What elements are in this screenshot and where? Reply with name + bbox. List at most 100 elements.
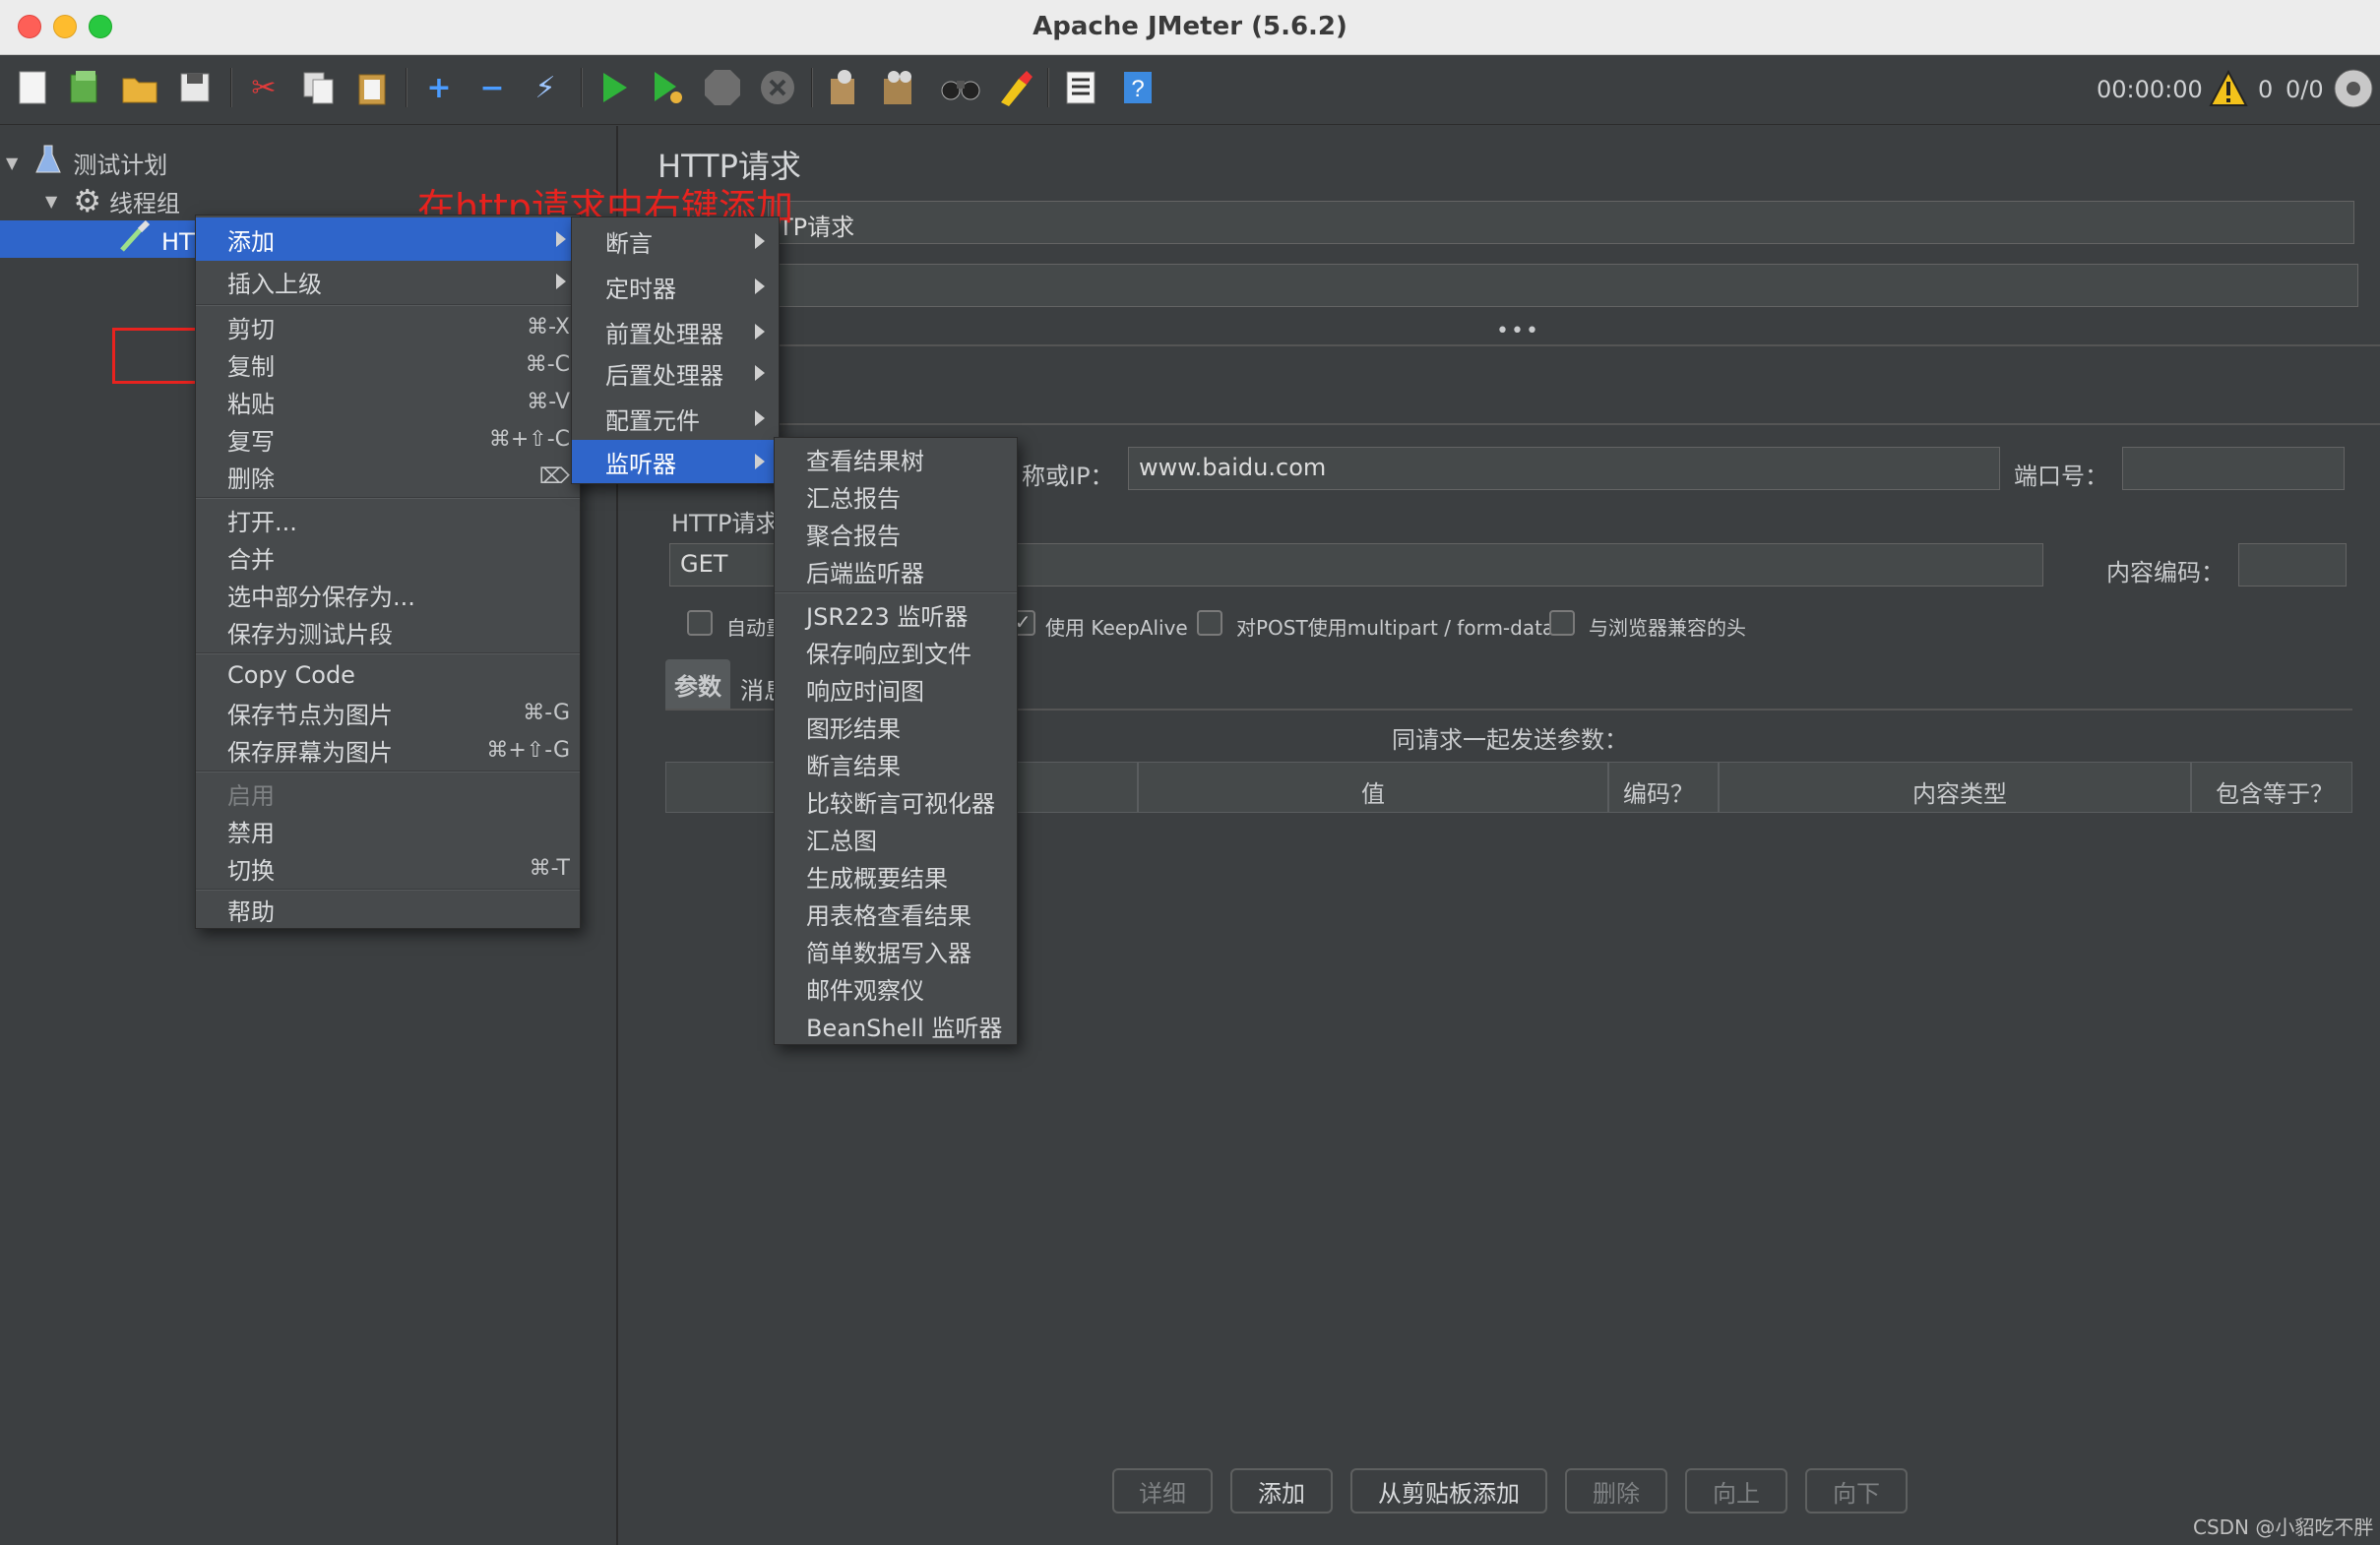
menu-item-merge[interactable]: 合并 [196, 538, 580, 576]
port-field[interactable] [2122, 447, 2345, 490]
menu-item-cut[interactable]: 剪切 ⌘-X [196, 308, 580, 345]
clear-icon[interactable] [821, 66, 864, 109]
comments-field[interactable] [768, 264, 2358, 307]
listener-save-responses[interactable]: 保存响应到文件 [775, 633, 1017, 670]
menu-item-save-selection[interactable]: 选中部分保存为... [196, 576, 580, 613]
listener-beanshell[interactable]: BeanShell 监听器 [775, 1007, 1017, 1044]
menu-item-copy[interactable]: 复制 ⌘-C [196, 345, 580, 383]
add-submenu: 断言 定时器 前置处理器 后置处理器 配置元件 监听器 [571, 216, 780, 484]
menu-item-enable: 启用 [227, 781, 275, 810]
menu-item-duplicate[interactable]: 复写 ⌘+⇧-C [196, 420, 580, 458]
help-icon[interactable]: ? [1116, 66, 1159, 109]
column-header[interactable]: 包含等于？ [2216, 774, 2334, 809]
cut-icon[interactable]: ✂ [242, 66, 285, 109]
open-folder-icon[interactable] [118, 66, 161, 109]
listener-graph-results[interactable]: 图形结果 [775, 708, 1017, 745]
listener-generate-summary[interactable]: 生成概要结果 [775, 857, 1017, 895]
column-header[interactable]: 内容类型 [1912, 774, 2007, 809]
listener-aggregate-report[interactable]: 聚合报告 [775, 515, 1017, 552]
tree-label: 线程组 [109, 189, 180, 217]
menu-item-save-fragment[interactable]: 保存为测试片段 [196, 613, 580, 650]
start-no-pauses-icon[interactable] [646, 66, 689, 109]
submenu-item-timers[interactable]: 定时器 [572, 265, 779, 308]
menu-item-help[interactable]: 帮助 [196, 891, 580, 928]
menu-item-insert-parent[interactable]: 插入上级 [196, 263, 580, 300]
menu-item-disable[interactable]: 禁用 [196, 812, 580, 849]
listener-response-time-graph[interactable]: 响应时间图 [775, 670, 1017, 708]
submenu-item-pre-processors[interactable]: 前置处理器 [572, 310, 779, 353]
menu-item-toggle[interactable]: 切换 ⌘-T [196, 849, 580, 887]
copy-icon[interactable] [297, 66, 341, 109]
browser-headers-checkbox[interactable] [1549, 610, 1575, 636]
listener-assertion-results[interactable]: 断言结果 [775, 745, 1017, 782]
listener-submenu: 查看结果树 汇总报告 聚合报告 后端监听器 JSR223 监听器 保存响应到文件… [774, 437, 1018, 1045]
checkbox-label: 对POST使用multipart / form-data [1236, 616, 1555, 640]
flask-icon [35, 144, 62, 181]
menu-item-paste[interactable]: 粘贴 ⌘-V [196, 383, 580, 420]
submenu-item-listeners[interactable]: 监听器 [572, 440, 779, 483]
templates-icon[interactable] [63, 66, 106, 109]
encoding-label: 内容编码： [2106, 559, 2224, 587]
delete-button[interactable]: 删除 [1565, 1468, 1667, 1514]
move-up-button[interactable]: 向上 [1685, 1468, 1787, 1514]
column-header[interactable]: 编码？ [1623, 774, 1694, 809]
chevron-down-icon[interactable]: ▼ [6, 154, 18, 172]
divider [768, 423, 2380, 425]
warning-icon[interactable] [2209, 69, 2248, 111]
function-helper-icon[interactable] [1059, 66, 1102, 109]
add-button[interactable]: 添加 [1230, 1468, 1333, 1514]
listener-view-results-tree[interactable]: 查看结果树 [775, 440, 1017, 477]
listener-view-results-table[interactable]: 用表格查看结果 [775, 895, 1017, 932]
paste-icon[interactable] [350, 66, 394, 109]
menu-item-save-node-image[interactable]: 保存节点为图片 ⌘-G [196, 694, 580, 731]
menu-item-add[interactable]: 添加 [196, 217, 580, 261]
new-file-icon[interactable] [12, 66, 55, 109]
menu-item-copy-code[interactable]: Copy Code [196, 656, 580, 694]
listener-jsr223[interactable]: JSR223 监听器 [775, 595, 1017, 633]
column-header[interactable]: 值 [1361, 774, 1385, 809]
checkbox-label: 使用 KeepAlive [1045, 616, 1188, 640]
listener-aggregate-graph[interactable]: 汇总图 [775, 820, 1017, 857]
checkbox-label: 与浏览器兼容的头 [1589, 616, 1746, 640]
detail-button[interactable]: 详细 [1112, 1468, 1213, 1514]
submenu-item-config-elements[interactable]: 配置元件 [572, 397, 779, 440]
add-from-clipboard-button[interactable]: 从剪贴板添加 [1350, 1468, 1547, 1514]
title-bar: Apache JMeter (5.6.2) [0, 0, 2380, 55]
menu-item-open[interactable]: 打开... [196, 501, 580, 538]
elapsed-timer: 00:00:00 [2097, 76, 2203, 103]
toggle-icon[interactable]: ⚡ [524, 66, 567, 109]
name-field[interactable]: TP请求 [768, 201, 2354, 244]
listener-backend-listener[interactable]: 后端监听器 [775, 552, 1017, 589]
clear-all-icon[interactable] [876, 66, 919, 109]
listener-comparison-assertion[interactable]: 比较断言可视化器 [775, 782, 1017, 820]
shutdown-icon[interactable] [756, 66, 799, 109]
multipart-checkbox[interactable] [1197, 610, 1222, 636]
chevron-down-icon[interactable]: ▼ [45, 192, 57, 211]
save-icon[interactable] [173, 66, 217, 109]
reset-search-icon[interactable] [994, 66, 1037, 109]
submenu-item-post-processors[interactable]: 后置处理器 [572, 351, 779, 395]
search-binoculars-icon[interactable] [939, 66, 982, 109]
follow-redirects-checkbox[interactable] [687, 610, 713, 636]
menu-item-save-screen-image[interactable]: 保存屏幕为图片 ⌘+⇧-G [196, 731, 580, 769]
tree-node-test-plan[interactable]: ▼ 测试计划 [6, 144, 167, 181]
more-icon[interactable]: ••• [1496, 319, 1540, 343]
stop-icon[interactable] [701, 66, 744, 109]
tree-label: 测试计划 [73, 151, 168, 179]
tree-node-thread-group[interactable]: ▼ ⚙ 线程组 [45, 182, 180, 219]
tab-parameters[interactable]: 参数 [665, 659, 730, 709]
menu-item-delete[interactable]: 删除 ⌦ [196, 458, 580, 495]
submenu-item-assertions[interactable]: 断言 [572, 219, 779, 263]
listener-simple-data-writer[interactable]: 简单数据写入器 [775, 932, 1017, 969]
encoding-field[interactable] [2238, 543, 2347, 587]
move-down-button[interactable]: 向下 [1805, 1468, 1908, 1514]
collapse-all-icon[interactable]: − [470, 66, 514, 109]
listener-mailer-visualizer[interactable]: 邮件观察仪 [775, 969, 1017, 1007]
start-icon[interactable] [593, 66, 636, 109]
listener-summary-report[interactable]: 汇总报告 [775, 477, 1017, 515]
warning-count: 0 [2258, 76, 2274, 103]
params-caption: 同请求一起发送参数： [1392, 726, 1628, 754]
server-field[interactable]: www.baidu.com [1128, 447, 2000, 490]
expand-all-icon[interactable]: + [417, 66, 461, 109]
active-threads: 0/0 [2286, 76, 2324, 103]
